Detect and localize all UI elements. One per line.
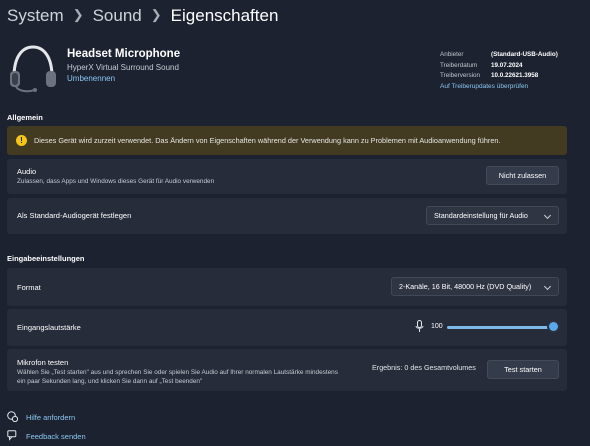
format-dropdown[interactable]: 2-Kanäle, 16 Bit, 48000 Hz (DVD Quality) bbox=[391, 277, 559, 296]
chevron-down-icon bbox=[543, 282, 552, 291]
default-device-label: Als Standard-Audiogerät festlegen bbox=[17, 211, 132, 220]
warning-icon: ! bbox=[16, 135, 27, 146]
disallow-button[interactable]: Nicht zulassen bbox=[486, 166, 559, 185]
rename-link[interactable]: Umbenennen bbox=[67, 74, 115, 83]
mic-test-desc-line1: Wählen Sie „Test starten" aus und sprech… bbox=[17, 369, 338, 376]
help-link[interactable]: Hilfe anfordern bbox=[26, 413, 75, 422]
input-volume-label: Eingangslautstärke bbox=[17, 323, 81, 332]
microphone-icon bbox=[415, 320, 424, 332]
page-title: Eigenschaften bbox=[170, 6, 279, 25]
driver-date-label: Treiberdatum bbox=[440, 62, 478, 69]
mic-test-card: Mikrofon testen Wählen Sie „Test starten… bbox=[7, 349, 567, 391]
breadcrumb-system[interactable]: System bbox=[7, 6, 64, 25]
audio-card: Audio Zulassen, dass Apps und Windows di… bbox=[7, 159, 567, 194]
default-device-dropdown[interactable]: Standardeinstellung für Audio bbox=[426, 206, 559, 225]
format-label: Format bbox=[17, 283, 41, 292]
provider-value: (Standard-USB-Audio) bbox=[491, 51, 558, 58]
provider-label: Anbieter bbox=[440, 51, 464, 58]
driver-version-row: Treiberversion 10.0.22621.3958 bbox=[440, 72, 580, 81]
volume-slider-thumb[interactable] bbox=[549, 322, 558, 331]
mic-test-desc-line2: ein paar Sekunden lang, und klicken Sie … bbox=[17, 378, 203, 385]
driver-version-value: 10.0.22621.3958 bbox=[491, 72, 539, 79]
warning-banner: ! Dieses Gerät wird zurzeit verwendet. D… bbox=[7, 126, 567, 155]
feedback-icon bbox=[7, 430, 17, 441]
default-device-card: Als Standard-Audiogerät festlegen Standa… bbox=[7, 198, 567, 234]
default-device-value: Standardeinstellung für Audio bbox=[434, 211, 528, 220]
breadcrumb-sound[interactable]: Sound bbox=[93, 6, 142, 25]
driver-version-label: Treiberversion bbox=[440, 72, 481, 79]
driver-update-link[interactable]: Auf Treiberupdates überprüfen bbox=[440, 83, 528, 90]
chevron-right-icon: ❯ bbox=[72, 7, 84, 22]
audio-label: Audio bbox=[17, 167, 37, 176]
mic-test-label: Mikrofon testen bbox=[17, 358, 69, 367]
breadcrumb: System ❯ Sound ❯ Eigenschaften bbox=[7, 6, 278, 26]
device-subtitle: HyperX Virtual Surround Sound bbox=[67, 63, 179, 72]
driver-provider-row: Anbieter (Standard-USB-Audio) bbox=[440, 51, 580, 60]
format-card: Format 2-Kanäle, 16 Bit, 48000 Hz (DVD Q… bbox=[7, 268, 567, 306]
headset-icon bbox=[10, 45, 56, 93]
chevron-down-icon bbox=[543, 211, 552, 220]
device-name: Headset Microphone bbox=[67, 48, 181, 60]
audio-description: Zulassen, dass Apps und Windows dieses G… bbox=[17, 178, 215, 185]
mic-test-result: Ergebnis: 0 des Gesamtvolumes bbox=[372, 363, 476, 372]
input-volume-value: 100 bbox=[431, 323, 443, 330]
feedback-link[interactable]: Feedback senden bbox=[26, 432, 86, 441]
help-icon bbox=[7, 411, 18, 422]
section-heading-general: Allgemein bbox=[7, 113, 43, 122]
volume-slider-track[interactable] bbox=[447, 326, 554, 329]
driver-date-value: 19.07.2024 bbox=[491, 62, 523, 69]
start-test-button[interactable]: Test starten bbox=[487, 360, 559, 379]
warning-text: Dieses Gerät wird zurzeit verwendet. Das… bbox=[34, 136, 501, 145]
section-heading-input: Eingabeeinstellungen bbox=[7, 254, 85, 263]
chevron-right-icon: ❯ bbox=[150, 7, 162, 22]
format-value: 2-Kanäle, 16 Bit, 48000 Hz (DVD Quality) bbox=[399, 282, 532, 291]
driver-date-row: Treiberdatum 19.07.2024 bbox=[440, 62, 580, 71]
